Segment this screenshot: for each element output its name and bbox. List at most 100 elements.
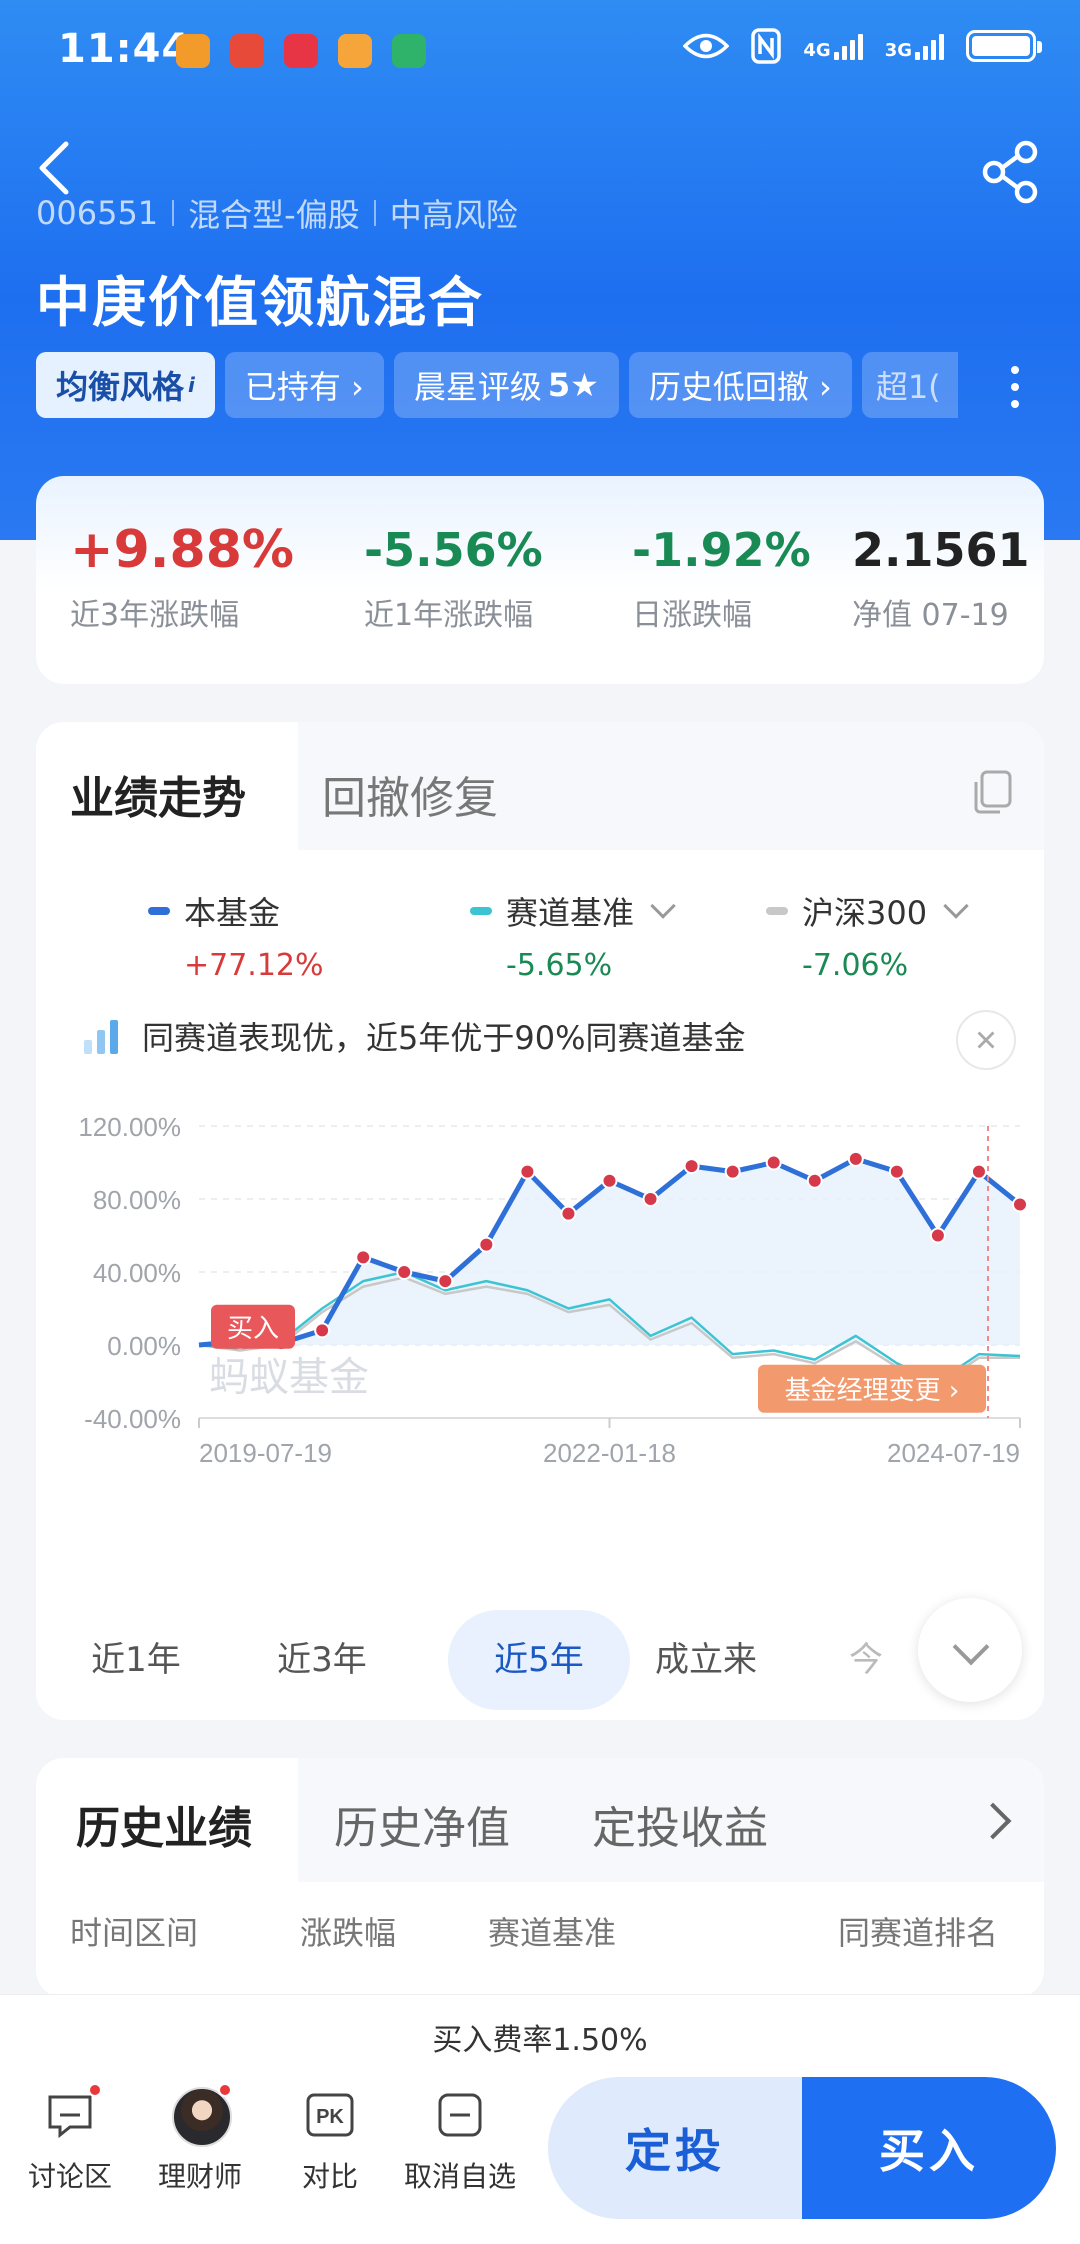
trade-point: [683, 1158, 700, 1175]
status-time: 11:44: [58, 26, 191, 72]
legend-csi300[interactable]: 沪深300 -7.06%: [766, 888, 969, 983]
nfc-icon: [751, 28, 782, 64]
trade-point: [1012, 1196, 1028, 1213]
tag-morningstar[interactable]: 晨星评级 5★: [393, 352, 619, 418]
nav-discussion[interactable]: 讨论区: [10, 2083, 130, 2195]
more-menu-icon[interactable]: [1000, 362, 1030, 412]
trade-point: [847, 1150, 864, 1167]
fund-meta: 006551 混合型-偏股 中高风险: [36, 190, 518, 236]
trade-point: [314, 1322, 331, 1339]
stat-nav: 2.1561 净值 07-19: [852, 523, 1030, 633]
notification-app-icons: [176, 34, 426, 68]
trade-point: [929, 1227, 946, 1244]
tag-chips: 均衡风格 i 已持有 › 晨星评级 5★ 历史低回撤 › 超1(: [36, 352, 1036, 418]
performance-chart: 120.00% 80.00% 40.00% 0.00% -40.00% 2019-07-1…: [78, 1112, 1028, 1468]
history-card: 历史业绩 历史净值 定投收益 时间区间 涨跌幅 赛道基准 同赛道排名: [36, 1758, 1044, 1998]
app-notification-icon: [230, 34, 264, 68]
nav-advisor[interactable]: 理财师: [140, 2083, 260, 2195]
tab-performance[interactable]: 业绩走势: [70, 762, 246, 826]
range-ytd[interactable]: 今: [836, 1610, 896, 1710]
remove-watchlist-icon: [438, 2093, 482, 2137]
range-3y[interactable]: 近3年: [262, 1610, 382, 1710]
nav-remove-watchlist[interactable]: 取消自选: [400, 2087, 520, 2195]
tag-low-drawdown[interactable]: 历史低回撤 ›: [628, 352, 852, 418]
risk-level: 中高风险: [389, 196, 518, 234]
trade-point: [478, 1236, 495, 1253]
tag-more[interactable]: 超1(: [861, 352, 958, 418]
col-benchmark[interactable]: 赛道基准: [488, 1908, 616, 1954]
trade-point: [437, 1273, 454, 1290]
manager-change-label: 基金经理变更 ›: [785, 1376, 960, 1406]
trade-point: [806, 1172, 823, 1189]
stats-card: +9.88% 近3年涨跌幅 -5.56% 近1年涨跌幅 -1.92% 日涨跌幅 …: [36, 476, 1044, 684]
x-tick-label: 2024-07-19: [887, 1438, 1020, 1468]
y-tick-label: 0.00%: [107, 1331, 181, 1361]
app-notification-icon: [284, 34, 318, 68]
trade-point: [519, 1163, 536, 1180]
pk-compare-icon: PK: [306, 2093, 354, 2137]
tag-style[interactable]: 均衡风格 i: [36, 352, 215, 418]
range-1y[interactable]: 近1年: [76, 1610, 196, 1710]
signal-3g: 3G: [885, 32, 944, 60]
tab-history-performance[interactable]: 历史业绩: [76, 1792, 252, 1856]
trade-point: [601, 1172, 618, 1189]
y-tick-label: 40.00%: [93, 1258, 181, 1288]
buy-button[interactable]: 买入: [802, 2077, 1056, 2219]
rating-star-icon: 5★: [547, 366, 599, 404]
trade-point: [888, 1163, 905, 1180]
expand-ranges-button[interactable]: [918, 1598, 1022, 1702]
buy-marker-label: 买入: [227, 1314, 279, 1344]
nav-compare[interactable]: PK 对比: [270, 2087, 390, 2195]
trade-point: [765, 1154, 782, 1171]
back-arrow-icon[interactable]: [30, 138, 80, 198]
legend-benchmark[interactable]: 赛道基准 -5.65%: [470, 888, 676, 983]
tab-drawdown-recovery[interactable]: 回撤修复: [322, 762, 498, 826]
trade-point: [642, 1191, 659, 1207]
buy-fee: 买入费率1.50%: [432, 2023, 648, 2058]
status-bar: 11:44 4G 3G: [0, 0, 1080, 100]
signal-4g: 4G: [803, 32, 863, 60]
trade-point: [355, 1249, 372, 1266]
trade-point: [970, 1163, 987, 1180]
col-change: 涨跌幅: [300, 1914, 397, 1952]
performance-card: 业绩走势 回撤修复 本基金 +77.12% 赛道基准 -5.65% 沪深300 …: [36, 722, 1044, 1720]
performance-notice: 同赛道表现优，近5年优于90%同赛道基金: [82, 1008, 992, 1064]
share-icon[interactable]: [978, 138, 1042, 206]
y-tick-label: 80.00%: [93, 1185, 181, 1215]
battery-icon: [966, 30, 1042, 62]
app-notification-icon: [176, 34, 210, 68]
trade-point: [724, 1163, 741, 1180]
bottom-bar: 买入费率1.50% 讨论区 理财师 PK 对比 取消自选 定投 买入: [0, 1994, 1080, 2244]
time-range-selector: 近1年 近3年 近5年 成立来 今: [36, 1592, 1044, 1710]
chevron-down-icon: [943, 893, 969, 919]
app-notification-icon: [392, 34, 426, 68]
col-rank: 同赛道排名: [838, 1914, 999, 1952]
x-tick-label: 2022-01-18: [543, 1438, 676, 1468]
svg-text:PK: PK: [316, 2106, 344, 2128]
fund-name: 中庚价值领航混合: [36, 271, 484, 334]
watermark: 蚂蚁基金: [209, 1355, 369, 1401]
info-icon: i: [188, 373, 195, 397]
chevron-down-icon: [650, 893, 676, 919]
sip-button[interactable]: 定投: [548, 2077, 802, 2219]
legend-fund[interactable]: 本基金 +77.12%: [148, 888, 324, 983]
trade-point: [560, 1205, 577, 1222]
tab-sip-returns[interactable]: 定投收益: [592, 1792, 768, 1856]
tab-history-nav[interactable]: 历史净值: [334, 1792, 510, 1856]
y-tick-label: -40.00%: [84, 1404, 181, 1434]
stat-daily: -1.92% 日涨跌幅: [632, 523, 811, 633]
range-since-inception[interactable]: 成立来: [636, 1610, 776, 1710]
x-tick-label: 2019-07-19: [199, 1438, 332, 1468]
app-notification-icon: [338, 34, 372, 68]
range-5y[interactable]: 近5年: [448, 1610, 630, 1710]
tag-holding[interactable]: 已持有 ›: [224, 352, 384, 418]
y-tick-label: 120.00%: [78, 1112, 181, 1142]
trade-point: [396, 1264, 413, 1280]
copy-icon[interactable]: [968, 766, 1018, 816]
fund-type: 混合型-偏股: [188, 196, 360, 234]
col-period: 时间区间: [70, 1914, 199, 1952]
close-icon[interactable]: [956, 1010, 1016, 1070]
stat-1y: -5.56% 近1年涨跌幅: [364, 523, 543, 633]
eye-icon: [683, 33, 730, 59]
fund-code: 006551: [36, 194, 159, 232]
